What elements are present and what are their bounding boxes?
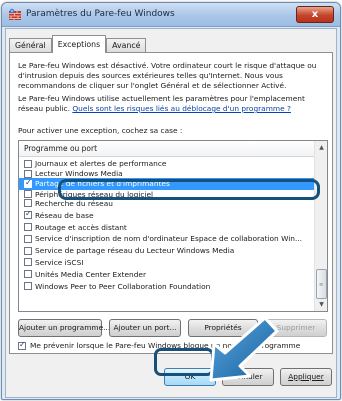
exception-checkbox[interactable] [24, 282, 32, 291]
tab-advanced[interactable]: Avancé [106, 38, 147, 53]
title-bar[interactable]: Paramètres du Pare-feu Windows x [2, 3, 340, 27]
list-item[interactable]: Service iSCSI [19, 257, 315, 269]
add-port-button[interactable]: Ajouter un port... [109, 319, 181, 337]
apply-label: Appliquer [288, 372, 324, 381]
delete-button[interactable]: Supprimer [265, 319, 327, 337]
tab-strip: Général Exceptions Avancé [9, 35, 147, 53]
exception-checkbox[interactable] [24, 178, 32, 188]
exception-checkbox[interactable] [24, 258, 32, 267]
list-item-label: Routage et accès distant [35, 222, 127, 232]
list-scrollbar[interactable]: ▲ ≡ ▼ [314, 141, 327, 311]
exception-prompt: Pour activer une exception, cochez sa ca… [18, 126, 183, 135]
tab-exceptions[interactable]: Exceptions [51, 35, 107, 53]
list-item-label: Service d'inscription de nom d'ordinateu… [35, 234, 303, 244]
exceptions-list[interactable]: Programme ou port Journaux et alertes de… [18, 140, 328, 312]
ok-button-highlight-ring [154, 348, 214, 376]
list-item-label: Lecteur Windows Media [35, 169, 123, 178]
add-port-label: Ajouter un port... [113, 323, 177, 332]
add-program-label: Ajouter un programme... [19, 323, 111, 332]
grip-icon: ≡ [319, 282, 324, 288]
exception-checkbox[interactable] [24, 199, 32, 208]
exception-checkbox[interactable] [24, 209, 32, 220]
add-program-button[interactable]: Ajouter un programme... [18, 319, 110, 337]
list-column-header[interactable]: Programme ou port [19, 141, 327, 157]
list-item-label: Réseau de base [35, 210, 94, 220]
close-button[interactable]: x [296, 6, 334, 23]
list-item[interactable]: Réseau de base [19, 209, 315, 221]
list-item[interactable]: Journaux et alertes de performance [19, 158, 315, 170]
scroll-up-icon[interactable]: ▲ [315, 141, 327, 154]
list-item[interactable]: Routage et accès distant [19, 221, 315, 233]
exception-checkbox[interactable] [24, 223, 32, 232]
list-item-label: Service de partage réseau du Lecteur Win… [35, 246, 235, 256]
firewall-settings-dialog: Paramètres du Pare-feu Windows x Général… [1, 2, 341, 400]
network-location-text: Le Pare-feu Windows utilise actuellement… [18, 94, 328, 114]
list-item[interactable]: Windows Peer to Peer Collaboration Found… [19, 280, 315, 292]
properties-label: Propriétés [204, 323, 242, 332]
list-item-label: Service iSCSI [35, 257, 84, 267]
window-title: Paramètres du Pare-feu Windows [26, 9, 175, 19]
exception-checkbox[interactable] [24, 169, 32, 178]
cancel-label: Annuler [233, 372, 263, 381]
list-item[interactable]: Service d'inscription de nom d'ordinateu… [19, 233, 315, 245]
exceptions-panel: Le Pare-feu Windows est désactivé. Votre… [9, 52, 333, 354]
notify-checkbox[interactable] [18, 340, 26, 350]
cancel-button[interactable]: Annuler [222, 368, 274, 386]
exception-checkbox[interactable] [24, 234, 32, 243]
tab-general[interactable]: Général [9, 38, 52, 53]
dialog-body: Général Exceptions Avancé Le Pare-feu Wi… [5, 28, 337, 398]
exception-checkbox[interactable] [24, 270, 32, 279]
exception-checkbox[interactable] [24, 159, 32, 168]
selected-item-highlight-ring [58, 179, 320, 200]
risk-help-link[interactable]: Quels sont les risques liés au déblocage… [72, 104, 291, 113]
scrollbar-thumb[interactable]: ≡ [316, 269, 327, 299]
list-item[interactable]: Service de partage réseau du Lecteur Win… [19, 245, 315, 257]
list-item[interactable]: Lecteur Windows Media [19, 169, 315, 178]
firewall-icon [9, 8, 21, 20]
apply-button[interactable]: Appliquer [280, 368, 332, 386]
scroll-down-icon[interactable]: ▼ [315, 298, 327, 311]
properties-button[interactable]: Propriétés [188, 319, 258, 337]
list-item-label: Windows Peer to Peer Collaboration Found… [35, 281, 211, 291]
list-item-label: Journaux et alertes de performance [35, 159, 167, 169]
firewall-off-warning: Le Pare-feu Windows est désactivé. Votre… [18, 61, 317, 90]
exception-checkbox[interactable] [24, 246, 32, 255]
list-item-label: Recherche du réseau [35, 198, 113, 208]
list-item[interactable]: Unités Media Center Extender [19, 268, 315, 280]
exception-checkbox[interactable] [24, 189, 32, 198]
delete-label: Supprimer [276, 323, 316, 332]
list-item-label: Unités Media Center Extender [35, 269, 147, 279]
